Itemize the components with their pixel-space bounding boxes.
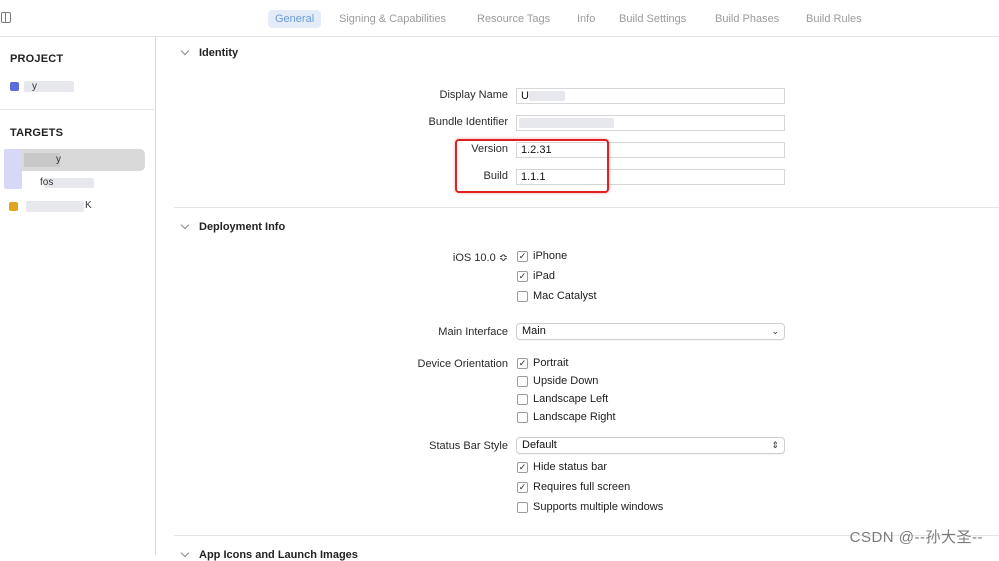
- checkbox-checked-icon: ✓: [517, 251, 528, 262]
- tab-signing-capabilities[interactable]: Signing & Capabilities: [339, 10, 446, 28]
- checkbox-label: Landscape Right: [533, 411, 616, 423]
- tab-build-rules[interactable]: Build Rules: [806, 10, 862, 28]
- checkbox-label: Portrait: [533, 357, 569, 369]
- deployment-section-title: Deployment Info: [199, 221, 286, 233]
- watermark-text: CSDN @--孙大圣--: [849, 529, 983, 546]
- editor-tab-bar: General Signing & Capabilities Resource …: [0, 0, 999, 37]
- checkbox-label: Landscape Left: [533, 393, 609, 405]
- tab-resource-tags[interactable]: Resource Tags: [477, 10, 550, 28]
- tab-general[interactable]: General: [268, 10, 322, 28]
- checkbox-label: iPhone: [533, 250, 568, 262]
- section-divider: [174, 207, 999, 208]
- redacted-name: [26, 201, 84, 212]
- chevron-down-icon: ⌄: [771, 326, 779, 336]
- app-icons-section-title: App Icons and Launch Images: [199, 549, 358, 561]
- target-label: y: [56, 154, 61, 165]
- general-settings-pane: Identity Display Name U Bundle Identifie…: [156, 37, 999, 561]
- checkbox-label: Hide status bar: [533, 461, 607, 473]
- target-item-2[interactable]: fos: [4, 173, 145, 195]
- checkbox-unchecked-icon: [517, 394, 528, 405]
- checkbox-unchecked-icon: [517, 291, 528, 302]
- status-bar-style-popup[interactable]: Default ⇕: [516, 437, 785, 454]
- bundle-identifier-label: Bundle Identifier: [428, 116, 509, 128]
- toolbox-icon: [9, 202, 18, 211]
- project-section-title: PROJECT: [10, 53, 64, 65]
- checkbox-checked-icon: ✓: [517, 358, 528, 369]
- identity-section-title: Identity: [199, 47, 239, 59]
- checkbox-label: Supports multiple windows: [533, 501, 664, 513]
- tab-build-settings[interactable]: Build Settings: [619, 10, 686, 28]
- chevron-down-icon[interactable]: [180, 548, 190, 558]
- main-interface-combobox[interactable]: Main ⌄: [516, 323, 785, 340]
- redacted-value: [529, 91, 565, 101]
- target-item-1[interactable]: y: [4, 149, 145, 189]
- sidebar-toggle-icon[interactable]: [1, 12, 11, 23]
- redacted-value: [519, 118, 614, 128]
- display-name-label: Display Name: [439, 89, 508, 101]
- display-name-value: U: [521, 90, 529, 102]
- target-label: K: [85, 200, 92, 211]
- targets-section-title: TARGETS: [10, 127, 64, 139]
- checkbox-checked-icon: ✓: [517, 482, 528, 493]
- project-navigator: PROJECT y TARGETS y fos K: [0, 37, 156, 555]
- main-interface-label: Main Interface: [438, 326, 508, 338]
- checkbox-unchecked-icon: [517, 376, 528, 387]
- status-bar-style-value: Default: [522, 439, 557, 451]
- tab-info[interactable]: Info: [577, 10, 595, 28]
- checkbox-unchecked-icon: [517, 412, 528, 423]
- project-item-label: y: [32, 81, 37, 92]
- checkbox-label: Upside Down: [533, 375, 599, 387]
- checkbox-label: Mac Catalyst: [533, 290, 597, 302]
- ios-version-popup[interactable]: iOS 10.0 ≎: [453, 251, 508, 264]
- checkbox-label: Requires full screen: [533, 481, 631, 493]
- target-label: fos: [40, 177, 54, 188]
- chevron-down-icon[interactable]: [180, 46, 190, 56]
- bundle-identifier-field[interactable]: [516, 115, 785, 131]
- main-interface-value: Main: [522, 325, 546, 337]
- device-orientation-label: Device Orientation: [417, 358, 509, 370]
- chevron-down-icon[interactable]: [180, 220, 190, 230]
- status-bar-style-label: Status Bar Style: [429, 440, 508, 452]
- checkbox-checked-icon: ✓: [517, 462, 528, 473]
- target-item-3[interactable]: K: [4, 197, 145, 219]
- checkbox-label: iPad: [533, 270, 556, 282]
- project-file-icon: [10, 82, 19, 91]
- sidebar-divider: [0, 109, 155, 110]
- checkbox-checked-icon: ✓: [517, 271, 528, 282]
- display-name-field[interactable]: U: [516, 88, 785, 104]
- project-item[interactable]: y: [8, 79, 78, 95]
- annotation-highlight-box: [455, 139, 609, 193]
- tab-build-phases[interactable]: Build Phases: [715, 10, 779, 28]
- checkbox-unchecked-icon: [517, 502, 528, 513]
- up-down-arrows-icon: ⇕: [771, 440, 779, 450]
- redacted-name: [24, 153, 60, 167]
